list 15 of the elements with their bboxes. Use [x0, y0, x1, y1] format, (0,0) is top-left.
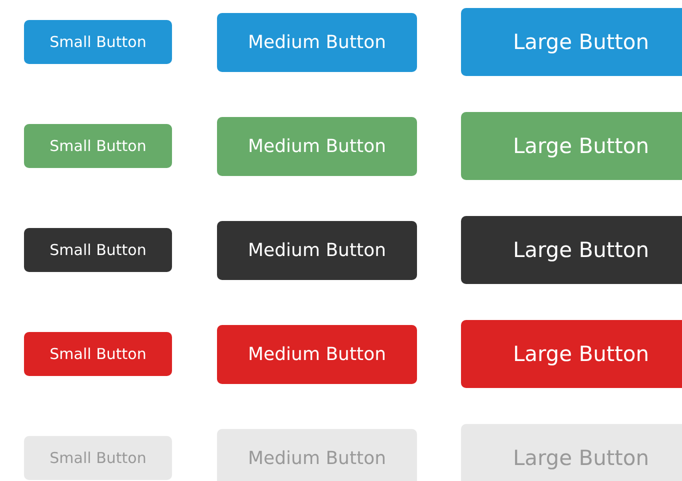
button[interactable]: Medium Button	[217, 428, 417, 481]
button[interactable]: Small Button	[24, 228, 172, 272]
button[interactable]: Large Button	[461, 424, 682, 481]
button[interactable]: Large Button	[461, 112, 682, 180]
button[interactable]: Small Button	[24, 20, 172, 64]
button[interactable]: Medium Button	[217, 116, 417, 176]
button[interactable]: Small Button	[24, 436, 172, 480]
button[interactable]: Medium Button	[217, 324, 417, 384]
button[interactable]: Medium Button	[217, 220, 417, 280]
button[interactable]: Large Button	[461, 216, 682, 284]
button[interactable]: Large Button	[461, 320, 682, 388]
button[interactable]: Small Button	[24, 332, 172, 376]
button[interactable]: Medium Button	[217, 12, 417, 72]
button[interactable]: Large Button	[461, 8, 682, 76]
button[interactable]: Small Button	[24, 124, 172, 168]
